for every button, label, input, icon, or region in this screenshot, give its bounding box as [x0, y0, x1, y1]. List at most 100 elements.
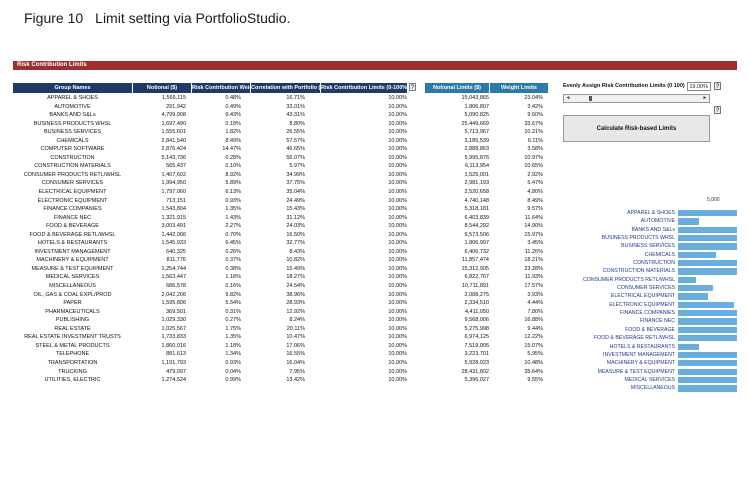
correlation-cell: 37.75% — [286, 180, 305, 187]
weight-cell: 0.38% — [225, 265, 241, 272]
limits-row: 15,043,865 23.04% — [425, 94, 553, 103]
chart-bar — [678, 335, 737, 342]
weight-limit-cell: 12.22% — [524, 334, 543, 341]
weight-cell: 1.35% — [225, 206, 241, 213]
limit-cell[interactable]: 10.00% — [319, 282, 417, 291]
assign-limits-input[interactable]: 19.00% — [687, 82, 711, 91]
limit-cell[interactable]: 10.00% — [319, 308, 417, 317]
notional-cell: 1,254,744 — [161, 265, 186, 272]
notional-cell: 1,797,060 — [161, 189, 186, 196]
limit-cell[interactable]: 10.00% — [319, 239, 417, 248]
limit-cell[interactable]: 10.00% — [319, 128, 417, 137]
weight-cell: 14.47% — [222, 146, 241, 153]
limit-cell[interactable]: 10.00% — [319, 291, 417, 300]
chart-bar — [678, 293, 708, 300]
notional-cell: 565,437 — [166, 163, 186, 170]
calc-help-button[interactable]: ? — [714, 106, 721, 114]
limits-row: 28,431,802 35.64% — [425, 368, 553, 377]
notional-limit-cell: 2,520,658 — [464, 189, 489, 196]
notional-cell: 1,407,602 — [161, 171, 186, 178]
limit-cell[interactable]: 10.00% — [319, 342, 417, 351]
chart-bar — [678, 268, 737, 275]
limit-cell[interactable]: 10.00% — [319, 171, 417, 180]
limit-cell[interactable]: 10.00% — [319, 205, 417, 214]
slider-left-arrow[interactable]: ◄ — [564, 95, 572, 102]
notional-cell: 881,613 — [166, 351, 186, 358]
table-row: ELECTRONIC EQUIPMENT 713,151 0.93% 24.49% 10… — [13, 197, 417, 206]
limit-cell[interactable]: 10.00% — [319, 214, 417, 223]
assign-help-button[interactable]: ? — [714, 82, 721, 90]
limit-cell[interactable]: 10.00% — [319, 103, 417, 112]
weight-limit-cell: 14.90% — [524, 223, 543, 230]
table-row: REAL ESTATE INVESTMENT TRUSTS 1,733,833 1.… — [13, 333, 417, 342]
correlation-cell: 35.04% — [286, 189, 305, 196]
limit-cell[interactable]: 10.00% — [319, 137, 417, 146]
table-row: CONSTRUCTION 5,143,736 0.28% 56.07% 10.00% — [13, 154, 417, 163]
limit-cell[interactable]: 10.00% — [319, 231, 417, 240]
limit-cell[interactable]: 10.00% — [319, 359, 417, 368]
limit-cell[interactable]: 10.00% — [319, 248, 417, 257]
weight-limit-cell: 9.44% — [527, 325, 543, 332]
limit-cell[interactable]: 10.00% — [319, 179, 417, 188]
notional-limit-cell: 6,406,732 — [464, 248, 489, 255]
chart-category-label: FINANCE NEC — [639, 318, 675, 325]
slider-right-arrow[interactable]: ► — [701, 95, 709, 102]
limit-cell[interactable]: 10.00% — [319, 350, 417, 359]
limit-cell[interactable]: 10.00% — [319, 111, 417, 120]
slider-thumb[interactable] — [589, 96, 592, 101]
weight-limit-cell: 3.42% — [527, 103, 543, 110]
weight-cell: 1.82% — [225, 129, 241, 136]
notional-cell: 1,733,833 — [161, 334, 186, 341]
limit-cell[interactable]: 10.00% — [319, 222, 417, 231]
limit-cell[interactable]: 10.00% — [319, 299, 417, 308]
limit-cell[interactable]: 10.00% — [319, 273, 417, 282]
notional-cell: 2,841,540 — [161, 137, 186, 144]
correlation-cell: 10.47% — [286, 334, 305, 341]
chart-bar-row — [678, 292, 737, 300]
weight-limit-cell: 10.65% — [524, 163, 543, 170]
notional-cell: 811,776 — [166, 257, 186, 264]
group-name-cell: REAL ESTATE INVESTMENT TRUSTS — [24, 334, 121, 341]
notional-limit-cell: 5,090,825 — [464, 112, 489, 119]
limit-cell[interactable]: 10.00% — [319, 120, 417, 129]
weight-cell: 0.10% — [225, 163, 241, 170]
limit-cell[interactable]: 10.00% — [319, 94, 417, 103]
group-name-cell: FINANCE NEC — [53, 214, 92, 221]
limit-cell[interactable]: 10.00% — [319, 256, 417, 265]
correlation-cell: 31.12% — [286, 214, 305, 221]
limit-cell[interactable]: 10.00% — [319, 162, 417, 171]
limits-row: 5,713,967 10.21% — [425, 128, 553, 137]
chart-category-label: ELECTRICAL EQUIPMENT — [610, 293, 675, 300]
limit-cell[interactable]: 10.00% — [319, 188, 417, 197]
notional-cell: 1,321,915 — [161, 214, 186, 221]
limit-cell[interactable]: 10.00% — [319, 325, 417, 334]
weight-limit-cell: 11.26% — [524, 248, 543, 255]
correlation-cell: 46.65% — [286, 146, 305, 153]
chart-bar-row — [678, 267, 737, 275]
limit-cell[interactable]: 10.00% — [319, 376, 417, 385]
chart-category-label: MEDICAL SERVICES — [624, 376, 675, 383]
correlation-cell: 16.50% — [286, 231, 305, 238]
notional-limit-cell: 4,740,148 — [464, 197, 489, 204]
calculate-limits-button[interactable]: Calculate Risk-based Limits — [563, 115, 710, 142]
limit-cell[interactable]: 10.00% — [319, 368, 417, 377]
limit-cell[interactable]: 10.00% — [319, 197, 417, 206]
weight-limit-cell: 10.97% — [524, 154, 543, 161]
limit-cell[interactable]: 10.00% — [319, 265, 417, 274]
notional-cell: 2,876,424 — [161, 146, 186, 153]
limits-help-button[interactable]: ? — [409, 83, 416, 91]
limit-cell[interactable]: 10.00% — [319, 316, 417, 325]
group-name-cell: STEEL & METAL PRODUCTS — [35, 342, 110, 349]
limit-cell[interactable]: 10.00% — [319, 145, 417, 154]
chart-bar-row — [678, 317, 737, 325]
limit-slider[interactable]: ◄ ► — [563, 94, 710, 103]
limit-cell[interactable]: 10.00% — [319, 154, 417, 163]
weight-limit-cell: 15.07% — [524, 342, 543, 349]
correlation-cell: 8.80% — [289, 120, 305, 127]
correlation-cell: 43.31% — [286, 112, 305, 119]
chart-bar-row — [678, 242, 737, 250]
chart-bar-row — [678, 276, 737, 284]
limit-cell[interactable]: 10.00% — [319, 333, 417, 342]
limits-row: 6,974,125 12.22% — [425, 333, 553, 342]
chart-bar — [678, 318, 737, 325]
